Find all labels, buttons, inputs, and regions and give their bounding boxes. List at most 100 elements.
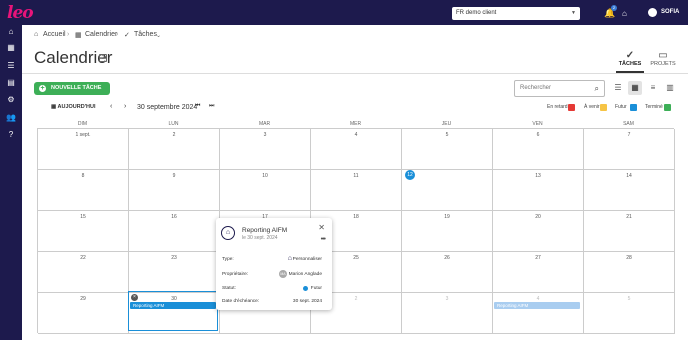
event-bar[interactable]: Reporting AIFM [494,302,580,309]
client-selector[interactable]: FR demo client ▼ [452,7,580,20]
popup-title: Reporting AIFM [242,227,288,234]
info-icon[interactable]: ? [99,54,107,62]
next-icon[interactable]: › [124,103,126,110]
status-dot [303,286,308,291]
popup-owner-value: Marion Anglade [288,272,322,277]
top-bar [0,0,688,25]
legend-late-label: En retard [547,104,568,110]
breadcrumb-calendar[interactable]: Calendrier [85,31,117,38]
calendar-day-cell[interactable]: 11 [311,170,402,211]
users-icon[interactable]: 👥 [6,113,16,123]
weekday-header: MAR [258,121,271,127]
day-number: 19 [444,214,450,220]
shop-icon[interactable]: ⌂ [622,9,627,18]
calendar-day-cell[interactable]: 22 [38,252,129,293]
calendar-day-cell[interactable]: 20 [493,211,584,252]
sidebar [0,25,22,340]
popup-owner-label: Propriétaire: [222,272,249,277]
popup-type-value: Personnaliser [292,257,322,262]
calendar-day-cell[interactable]: 13 [493,170,584,211]
calendar-day-cell[interactable]: 14 [584,170,675,211]
calendar-day-cell[interactable]: 12 [402,170,493,211]
calendar-small-icon: ▦ [75,32,82,39]
user-avatar-icon[interactable] [648,8,657,17]
calendar-day-cell[interactable]: 8 [38,170,129,211]
calendar-day-cell[interactable]: 7 [584,129,675,170]
day-number: 26 [444,255,450,261]
tab-projects[interactable]: ▭ PROJETS [648,50,678,67]
more-icon[interactable]: ••• [321,236,326,243]
breadcrumb-tasks[interactable]: Tâches [134,31,157,38]
calendar-day-cell[interactable]: 28 [584,252,675,293]
calendar-day-cell[interactable]: 23 [129,252,220,293]
popup-status-label: Statut: [222,286,236,291]
day-number: 5 [445,132,449,138]
last-page-icon[interactable]: ⏭ [209,103,214,110]
list-view-icon[interactable]: ☰ [611,81,625,95]
calendar-day-cell[interactable]: 21 [584,211,675,252]
calendar-day-cell[interactable]: 9 [129,170,220,211]
breadcrumb-home[interactable]: Accueil [43,31,66,38]
calendar-day-cell[interactable]: 16 [129,211,220,252]
chevron-down-icon[interactable]: ⌄ [156,32,161,39]
new-task-button[interactable]: + NOUVELLE TÂCHE [34,82,110,95]
filter-icon[interactable]: ≡ [646,81,660,95]
settings-icon[interactable]: ⚙ [6,95,16,105]
chevron-down-icon: ▼ [571,10,576,16]
legend-done-swatch [664,104,671,111]
calendar-day-cell[interactable]: 6 [493,129,584,170]
weekday-header: DIM [77,121,88,127]
weekday-header: VEN [532,121,543,127]
calendar-day-cell[interactable]: 27 [493,252,584,293]
search-placeholder: Rechercher [520,85,552,91]
calendar-day-cell[interactable]: 3 [220,129,311,170]
legend-future-label: Futur [615,104,627,110]
calendar-day-cell[interactable]: 10 [220,170,311,211]
close-icon[interactable]: × [131,294,138,301]
task-popup: ⌂ Reporting AIFM le 30 sept. 2024 ✕ ••• … [216,218,332,310]
home-outline-icon: ⌂ [34,31,39,38]
app-logo[interactable]: leo [7,3,34,23]
divider [22,73,688,74]
home-icon[interactable]: ⌂ [6,27,16,37]
weekday-header: LUN [168,121,179,127]
day-number: 16 [171,214,177,220]
calendar-day-cell[interactable]: 3 [402,293,493,334]
calendar-view-icon[interactable]: ▦ [628,81,642,95]
today-button[interactable]: ▦ AUJOURD'HUI [51,104,96,110]
check-circle-icon: ✓ [625,50,635,61]
calendar-icon[interactable]: ▦ [6,43,16,53]
task-type-icon: ⌂ [221,226,235,240]
calendar-day-cell[interactable]: 5 [402,129,493,170]
list-icon[interactable]: ☰ [6,61,16,71]
first-page-icon[interactable]: ⏮ [195,103,200,110]
selected-day[interactable] [128,291,218,331]
day-number: 15 [80,214,86,220]
search-input[interactable]: Rechercher ⌕ [514,80,605,97]
user-name[interactable]: SOFIA [661,9,679,15]
report-icon[interactable]: ▤ [6,78,16,88]
calendar-day-cell[interactable]: 2 [129,129,220,170]
weekday-header: JEU [441,121,452,127]
calendar-day-cell[interactable]: 19 [402,211,493,252]
day-number: 11 [353,173,359,179]
calendar-day-cell[interactable]: 5 [584,293,675,334]
calendar-day-cell[interactable]: 29 [38,293,129,334]
tab-tasks[interactable]: ✓ TÂCHES [615,50,645,67]
legend-late-swatch [568,104,575,111]
today-marker[interactable]: 12 [405,170,415,180]
close-icon[interactable]: ✕ [318,223,325,232]
prev-icon[interactable]: ‹ [110,103,112,110]
calendar-day-cell[interactable]: 4 [311,129,402,170]
day-number: 20 [535,214,541,220]
day-number: 6 [536,132,540,138]
calendar-day-cell[interactable]: 1 sept. [38,129,129,170]
calendar-day-cell[interactable]: 15 [38,211,129,252]
calendar-day-cell[interactable]: 26 [402,252,493,293]
help-icon[interactable]: ? [6,130,16,140]
columns-icon[interactable]: ▥ [663,81,677,95]
day-number: 5 [627,296,631,302]
popup-status-value: Futur [310,286,322,291]
calendar-day-cell[interactable]: 4 [493,293,584,334]
event-bar[interactable]: Reporting AIFM [130,302,216,309]
